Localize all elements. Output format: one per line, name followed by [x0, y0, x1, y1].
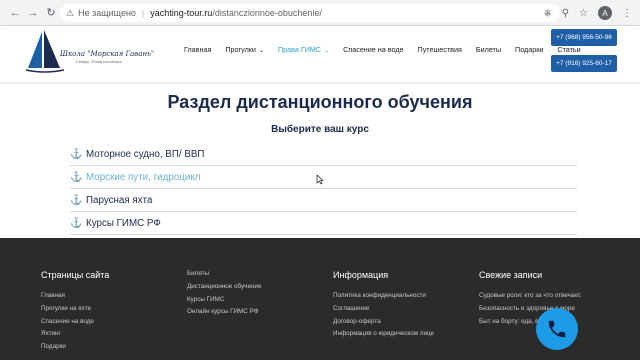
nav-item-articles[interactable]: Статьи: [557, 45, 580, 54]
footer-heading: Информация: [333, 270, 389, 280]
phone-button-2[interactable]: +7 (916) 925-60-17: [551, 55, 617, 72]
phone-icon: [548, 320, 566, 338]
mouse-cursor-icon: [316, 175, 324, 185]
nav-label: Прогулки: [225, 45, 256, 54]
logo-title: Школа "Морская Гавань": [60, 50, 155, 58]
course-label: Моторное судно, ВП/ ВВП: [86, 148, 205, 160]
separator: |: [141, 8, 145, 18]
anchor-icon: ⚓: [70, 171, 83, 183]
star-icon[interactable]: ☆: [579, 8, 588, 19]
page-subtitle: Выберите ваш курс: [271, 124, 369, 135]
toolbar-right: ⎈ ⚲ ☆ A ⋮: [544, 4, 632, 22]
footer-col-pages: Страницы сайта Главная Прогулки на яхте …: [41, 270, 109, 356]
nav-label: Билеты: [475, 45, 502, 54]
nav-label: Статьи: [557, 45, 581, 54]
nav-label: Спасение на воде: [343, 45, 404, 54]
warning-icon[interactable]: ⚠: [66, 8, 74, 19]
footer-col-info: Информация Политика конфиденциальности С…: [333, 270, 434, 343]
page-title: Раздел дистанционного обучения: [167, 92, 473, 112]
nav-item-gifts[interactable]: Подарки: [515, 45, 543, 54]
nav-label: Путешествия: [417, 45, 462, 54]
nav-item-gims[interactable]: Права ГИМС ⌄: [278, 45, 329, 54]
insecure-label[interactable]: Не защищено: [78, 8, 136, 18]
footer-link[interactable]: Договор-оферта: [333, 318, 434, 325]
course-item[interactable]: ⚓ Парусная яхта: [70, 189, 577, 212]
footer-col-more: Билеты Дистанционное обучение Курсы ГИМС…: [187, 270, 261, 321]
logo-subtitle: Север. Удовольствие: [76, 59, 122, 64]
footer-link[interactable]: Политика конфиденциальности: [333, 292, 434, 299]
avatar[interactable]: A: [598, 6, 612, 20]
site-header: Школа "Морская Гавань" Север. Удовольств…: [0, 26, 640, 82]
nav-label: Подарки: [515, 45, 544, 54]
course-list: ⚓ Моторное судно, ВП/ ВВП ⚓ Морские пути…: [70, 143, 577, 235]
footer-link[interactable]: Дистанционное обучение: [187, 283, 261, 290]
course-item[interactable]: ⚓ Курсы ГИМС РФ: [70, 212, 577, 235]
footer-link[interactable]: Билеты: [187, 270, 261, 277]
url-domain[interactable]: yachting-tour.ru: [150, 8, 212, 18]
footer-link[interactable]: Главная: [41, 292, 109, 299]
footer-link[interactable]: Онлайн курсы ГИМС РФ: [187, 308, 261, 315]
footer-link[interactable]: Курсы ГИМС: [187, 296, 261, 303]
chevron-down-icon: ⌄: [258, 48, 264, 54]
footer-link[interactable]: Подарки: [41, 343, 109, 350]
nav-item-tours[interactable]: Прогулки ⌄: [225, 45, 264, 54]
forward-arrow-icon[interactable]: →: [24, 4, 42, 22]
footer-link[interactable]: Прогулки на яхте: [41, 305, 109, 312]
call-button[interactable]: [536, 308, 578, 350]
anchor-icon: ⚓: [70, 217, 83, 229]
nav-item-travel[interactable]: Путешествия: [418, 45, 462, 54]
anchor-icon: ⚓: [70, 194, 83, 206]
nav-item-tickets[interactable]: Билеты: [476, 45, 501, 54]
nav-label: Главная: [184, 45, 212, 54]
browser-toolbar: ← → ↻ ⚠ Не защищено | yachting-tour.ru /…: [0, 0, 640, 26]
footer-heading: Свежие записи: [479, 270, 543, 280]
anchor-icon: ⚓: [70, 148, 83, 160]
footer-link[interactable]: Соглашение: [333, 305, 434, 312]
translate-icon[interactable]: ⎈: [544, 8, 552, 19]
footer-link[interactable]: Информация о юридическом лице: [333, 330, 434, 337]
chevron-down-icon: ⌄: [324, 48, 330, 54]
nav-label: Права ГИМС: [277, 45, 322, 54]
course-item[interactable]: ⚓ Моторное судно, ВП/ ВВП: [70, 143, 577, 166]
back-arrow-icon[interactable]: ←: [6, 4, 24, 22]
footer-link[interactable]: Яхтинг: [41, 330, 109, 337]
reload-icon[interactable]: ↻: [42, 4, 60, 22]
course-label: Курсы ГИМС РФ: [86, 217, 161, 229]
footer-link[interactable]: Спасение на воде: [41, 318, 109, 325]
footer-heading: Страницы сайта: [41, 270, 110, 280]
main-nav: Главная Прогулки ⌄ Права ГИМС ⌄ Спасение н…: [184, 45, 595, 54]
zoom-icon[interactable]: ⚲: [562, 8, 569, 19]
url-path[interactable]: /distanczionnoe-obuchenie/: [212, 8, 322, 18]
course-label: Парусная яхта: [86, 194, 153, 206]
course-label: Морские пути, гидроцикл: [86, 171, 201, 183]
footer-link[interactable]: Судовые роли: кто за что отвечает.: [479, 292, 582, 299]
nav-item-rescue[interactable]: Спасение на воде: [343, 45, 403, 54]
phone-button-1[interactable]: +7 (968) 956-50-96: [551, 29, 617, 46]
menu-icon[interactable]: ⋮: [622, 8, 632, 19]
address-bar[interactable]: ⚠ Не защищено | yachting-tour.ru /distan…: [60, 4, 560, 22]
nav-item-home[interactable]: Главная: [184, 45, 211, 54]
